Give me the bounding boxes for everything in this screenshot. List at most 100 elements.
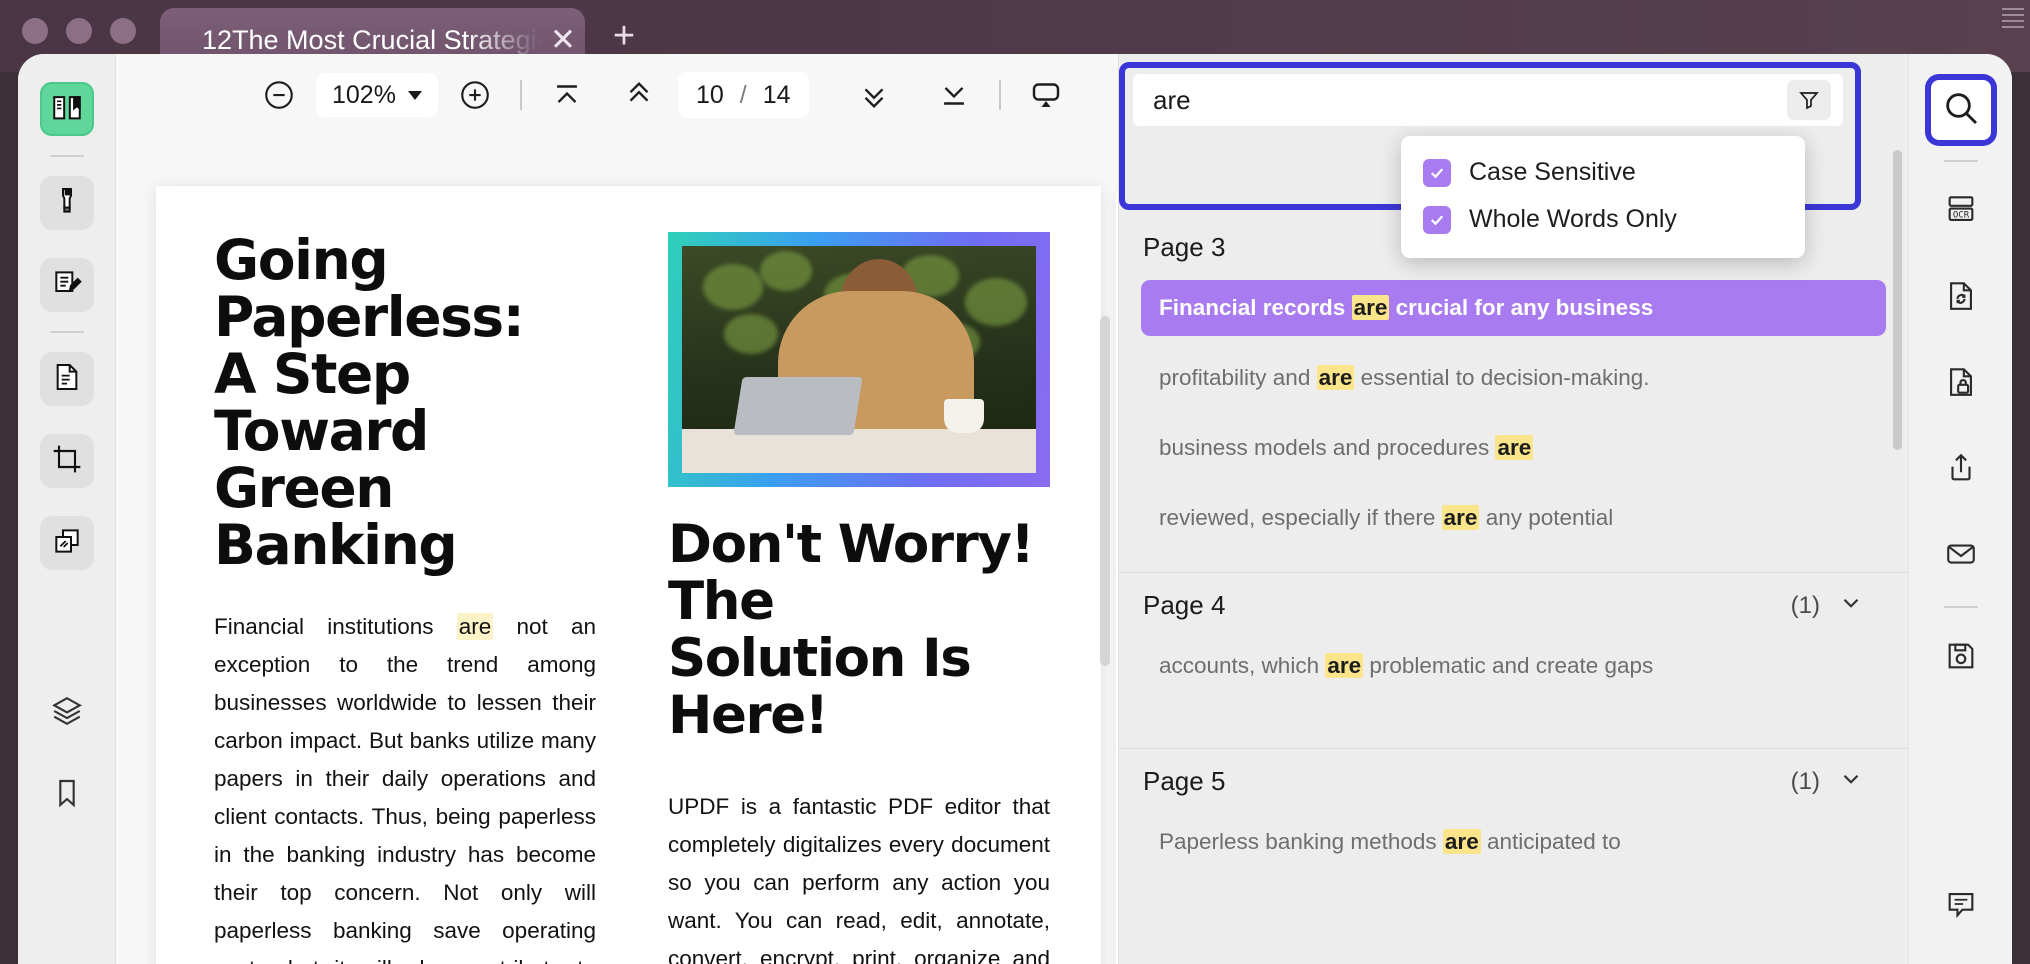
- maximize-window-button[interactable]: [110, 18, 136, 44]
- zoom-out-button[interactable]: [256, 72, 302, 118]
- paragraph-post-text: not an exception to the trend among busi…: [214, 614, 596, 964]
- convert-document-icon: [1944, 279, 1978, 318]
- ocr-icon: OCR: [1944, 193, 1978, 232]
- chevron-down-icon[interactable]: [1838, 766, 1864, 797]
- search-term-highlight: are: [1351, 295, 1390, 320]
- search-input[interactable]: [1153, 84, 1787, 116]
- checkbox-checked-icon[interactable]: [1423, 158, 1451, 187]
- search-filter-menu[interactable]: Case Sensitive Whole Words Only: [1401, 136, 1805, 258]
- sidebar-item-highlighter[interactable]: [39, 176, 94, 230]
- rail-divider-1: [49, 155, 84, 157]
- document-viewer: 102% 10 / 14 Going Paperless: A Step Tow…: [116, 54, 1118, 964]
- pages-icon: [51, 361, 83, 398]
- filter-option-label: Case Sensitive: [1469, 158, 1636, 186]
- search-group-count: (1): [1790, 591, 1820, 619]
- right-item-comment[interactable]: [1931, 876, 1991, 936]
- highlighter-icon: [51, 185, 83, 222]
- app-root: 12The Most Crucial Strategies ✕ + 102% 1…: [0, 0, 2030, 964]
- minimize-window-button[interactable]: [66, 18, 92, 44]
- floppy-save-icon: [1944, 639, 1978, 678]
- app-shell: 102% 10 / 14 Going Paperless: A Step Tow…: [18, 54, 2012, 964]
- page-scroll-area[interactable]: Going Paperless: A Step Toward Green Ban…: [116, 136, 1118, 964]
- document-search-hit: are: [456, 613, 494, 640]
- next-page-button[interactable]: [851, 72, 897, 118]
- rail-divider-2: [49, 331, 84, 333]
- total-pages-value: 14: [762, 80, 791, 109]
- right-toolbar: OCR: [1908, 54, 2012, 964]
- search-results-scrollbar[interactable]: [1893, 150, 1902, 450]
- previous-page-button[interactable]: [616, 72, 662, 118]
- search-result-item[interactable]: Financial records are crucial for any bu…: [1141, 280, 1886, 336]
- edit-note-icon: [51, 267, 83, 304]
- search-group-header-page-4[interactable]: Page 4 (1): [1119, 572, 1908, 638]
- presentation-mode-button[interactable]: [1023, 72, 1069, 118]
- right-rail-divider-2: [1943, 606, 1978, 608]
- filter-option-case-sensitive[interactable]: Case Sensitive: [1401, 149, 1805, 196]
- filter-option-label: Whole Words Only: [1469, 205, 1677, 233]
- hero-laptop: [733, 377, 863, 435]
- right-item-convert[interactable]: [1931, 268, 1991, 328]
- sidebar-item-layers[interactable]: [40, 686, 94, 740]
- checkbox-checked-icon[interactable]: [1423, 205, 1451, 234]
- search-group-count: (1): [1790, 767, 1820, 795]
- paragraph-pre-text: Financial institutions: [214, 614, 457, 639]
- search-group-page-label: Page 4: [1143, 590, 1226, 620]
- search-result-item[interactable]: accounts, which are problematic and crea…: [1141, 638, 1886, 694]
- sidebar-item-reader-view[interactable]: [39, 82, 94, 136]
- search-result-item[interactable]: Paperless banking methods are anticipate…: [1141, 814, 1886, 870]
- filter-option-whole-words[interactable]: Whole Words Only: [1401, 196, 1805, 243]
- close-window-button[interactable]: [22, 18, 48, 44]
- right-item-search[interactable]: [1930, 80, 1991, 140]
- current-page-value[interactable]: 10: [696, 81, 724, 110]
- book-reader-icon: [50, 90, 84, 129]
- hero-photo: [682, 246, 1036, 473]
- search-input-wrapper[interactable]: [1133, 74, 1843, 126]
- toolbar-divider-2: [998, 80, 1001, 110]
- right-item-protect[interactable]: [1931, 354, 1991, 414]
- svg-text:OCR: OCR: [1952, 210, 1969, 220]
- sidebar-item-compare[interactable]: [39, 516, 94, 570]
- article-heading-right: Don't Worry! The Solution Is Here!: [668, 514, 1035, 746]
- right-item-ocr[interactable]: OCR: [1931, 182, 1991, 242]
- search-results-list[interactable]: Page 3 Financial records are crucial for…: [1119, 214, 1908, 964]
- toolbar-divider-1: [519, 80, 522, 110]
- window-controls[interactable]: [22, 18, 136, 44]
- first-page-button[interactable]: [544, 72, 590, 118]
- chevron-down-icon[interactable]: [1838, 590, 1864, 621]
- search-result-item[interactable]: business models and procedures are: [1141, 420, 1886, 476]
- window-resize-grip: [2002, 4, 2024, 52]
- layers-icon: [50, 694, 84, 733]
- sidebar-item-crop-page[interactable]: [39, 434, 94, 488]
- left-toolbar: [18, 54, 116, 964]
- right-item-save[interactable]: [1931, 628, 1991, 688]
- last-page-button[interactable]: [931, 72, 977, 118]
- filter-funnel-icon[interactable]: [1787, 80, 1831, 120]
- close-tab-icon[interactable]: ✕: [541, 22, 585, 58]
- search-term-highlight: are: [1442, 829, 1481, 854]
- sidebar-item-organize-pages[interactable]: [39, 352, 94, 406]
- page-separator: /: [739, 80, 747, 109]
- right-item-email[interactable]: [1931, 526, 1991, 586]
- viewer-toolbar: 102% 10 / 14: [116, 54, 1118, 136]
- article-heading-left: Going Paperless: A Step Toward Green Ban…: [214, 228, 525, 577]
- search-term-highlight: are: [1316, 365, 1355, 390]
- search-term-highlight: are: [1325, 653, 1364, 678]
- search-result-item[interactable]: profitability and are essential to decis…: [1141, 350, 1886, 406]
- zoom-in-button[interactable]: [452, 72, 498, 118]
- right-item-share[interactable]: [1931, 440, 1991, 500]
- sidebar-item-bookmarks[interactable]: [40, 768, 94, 822]
- page-number-field[interactable]: 10 / 14: [677, 72, 809, 118]
- zoom-level-dropdown[interactable]: 102%: [316, 73, 438, 117]
- chevron-down-icon: [407, 90, 422, 100]
- document-tab-title: 12The Most Crucial Strategies: [202, 24, 541, 55]
- hero-desk: [682, 429, 1036, 473]
- article-paragraph-right: UPDF is a fantastic PDF editor that comp…: [668, 794, 1050, 964]
- search-group-header-page-5[interactable]: Page 5 (1): [1119, 748, 1908, 814]
- sidebar-item-edit-annotate[interactable]: [39, 258, 94, 312]
- pdf-page[interactable]: Going Paperless: A Step Toward Green Ban…: [156, 186, 1101, 964]
- viewer-scrollbar[interactable]: [1100, 316, 1110, 666]
- mail-icon: [1944, 537, 1978, 576]
- hero-coffee-cup: [944, 399, 984, 433]
- search-result-item[interactable]: reviewed, especially if there are any po…: [1141, 490, 1886, 546]
- crop-icon: [51, 443, 83, 480]
